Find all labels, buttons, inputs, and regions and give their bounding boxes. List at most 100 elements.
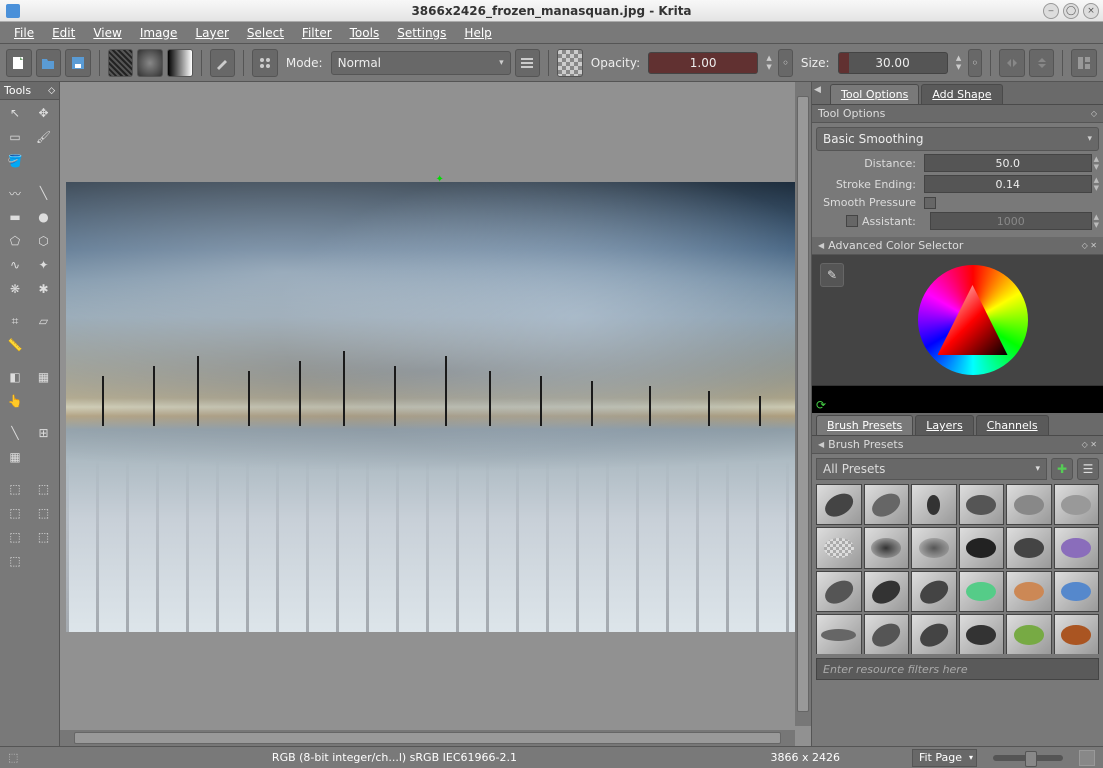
pattern1-button[interactable]: [108, 49, 134, 77]
menu-filter[interactable]: Filter: [294, 24, 340, 42]
alpha-lock-button[interactable]: [557, 49, 583, 77]
brush-preset[interactable]: [959, 527, 1005, 568]
freehand-tool[interactable]: 〰: [2, 182, 28, 204]
text-tool[interactable]: ╲: [2, 422, 28, 444]
horizontal-scrollbar[interactable]: [60, 730, 795, 746]
brush-preset[interactable]: [816, 571, 862, 612]
mirror-axis-icon[interactable]: ✦: [436, 174, 444, 182]
color-selector-header[interactable]: ◀ Advanced Color Selector ◇ ✕: [812, 237, 1103, 255]
assistant-spinner[interactable]: ▲▼: [1094, 213, 1099, 229]
zoom-tool[interactable]: [31, 446, 57, 468]
select-rect-tool[interactable]: ▭: [2, 126, 28, 148]
polyline-tool[interactable]: ⬡: [31, 230, 57, 252]
open-button[interactable]: [36, 49, 62, 77]
select-tool-3[interactable]: ⬚: [2, 502, 28, 524]
dynamic-brush-tool[interactable]: ❋: [2, 278, 28, 300]
crop-tool[interactable]: ⌗: [2, 310, 28, 332]
refresh-icon[interactable]: ⟳: [816, 398, 830, 412]
brush-editor-button[interactable]: [210, 49, 236, 77]
preset-filter-input[interactable]: Enter resource filters here: [816, 658, 1099, 680]
opacity-spinner[interactable]: ▲▼: [764, 54, 774, 72]
brush-preset[interactable]: [911, 527, 957, 568]
size-spinner[interactable]: ▲▼: [954, 54, 964, 72]
measure-tool[interactable]: 📏: [2, 334, 28, 356]
smoothing-dropdown[interactable]: Basic Smoothing: [816, 127, 1099, 151]
menu-settings[interactable]: Settings: [389, 24, 454, 42]
smudge-tool[interactable]: 👆: [2, 390, 28, 412]
fill-tool[interactable]: 🪣: [2, 150, 28, 172]
assistant-checkbox[interactable]: [846, 215, 858, 227]
brush-preset[interactable]: [911, 614, 957, 654]
close-button[interactable]: ×: [1083, 3, 1099, 19]
brush-preset[interactable]: [816, 484, 862, 525]
add-preset-button[interactable]: ✚: [1051, 458, 1073, 480]
color-picker-tool[interactable]: [31, 150, 57, 172]
transform-tool[interactable]: ✥: [31, 102, 57, 124]
tab-tool-options[interactable]: Tool Options: [830, 84, 919, 104]
vertical-scrollbar[interactable]: [795, 82, 811, 726]
tool-options-header[interactable]: Tool Options◇: [812, 105, 1103, 123]
opacity-toggle[interactable]: ◦: [778, 49, 793, 77]
workspace-button[interactable]: [1071, 49, 1097, 77]
brush-preset[interactable]: [1054, 527, 1100, 568]
distance-input[interactable]: 50.0: [924, 154, 1092, 172]
gradient-button[interactable]: [167, 49, 193, 77]
blend-mode-dropdown[interactable]: Normal: [331, 51, 511, 75]
assistant-input[interactable]: 1000: [930, 212, 1092, 230]
brush-presets-header[interactable]: ◀ Brush Presets ◇ ✕: [812, 436, 1103, 454]
preset-chooser-button[interactable]: [252, 49, 278, 77]
stroke-ending-input[interactable]: 0.14: [924, 175, 1092, 193]
zoom-mode-dropdown[interactable]: Fit Page: [912, 749, 977, 767]
save-button[interactable]: [65, 49, 91, 77]
toolbox-header[interactable]: Tools◇: [0, 82, 59, 100]
menu-select[interactable]: Select: [239, 24, 292, 42]
polygon-tool[interactable]: ⬠: [2, 230, 28, 252]
brush-preset[interactable]: [1006, 571, 1052, 612]
maximize-button[interactable]: ◯: [1063, 3, 1079, 19]
brush-preset[interactable]: [864, 527, 910, 568]
minimize-button[interactable]: ‒: [1043, 3, 1059, 19]
menu-help[interactable]: Help: [456, 24, 499, 42]
select-tool-5[interactable]: ⬚: [2, 526, 28, 548]
brush-preset[interactable]: [959, 484, 1005, 525]
brush-preset[interactable]: [959, 614, 1005, 654]
tab-add-shape[interactable]: Add Shape: [921, 84, 1002, 104]
stroke-ending-spinner[interactable]: ▲▼: [1094, 176, 1099, 192]
pattern2-button[interactable]: [137, 49, 163, 77]
brush-preset[interactable]: [1054, 484, 1100, 525]
brush-preset[interactable]: [1054, 614, 1100, 654]
select-tool-4[interactable]: ⬚: [31, 502, 57, 524]
select-tool-2[interactable]: ⬚: [31, 478, 57, 500]
menu-file[interactable]: File: [6, 24, 42, 42]
tab-layers[interactable]: Layers: [915, 415, 973, 435]
tab-brush-presets[interactable]: Brush Presets: [816, 415, 913, 435]
brush-preset[interactable]: [816, 614, 862, 654]
grid-tool[interactable]: ⊞: [31, 422, 57, 444]
brush-preset[interactable]: [959, 571, 1005, 612]
pattern-tool[interactable]: ▦: [31, 366, 57, 388]
smooth-pressure-checkbox[interactable]: [924, 197, 936, 209]
new-doc-button[interactable]: [6, 49, 32, 77]
pan-tool[interactable]: ▦: [2, 446, 28, 468]
zoom-slider[interactable]: [993, 755, 1063, 761]
brush-tool[interactable]: 🖌: [31, 126, 57, 148]
menu-view[interactable]: View: [85, 24, 129, 42]
color-picker-icon[interactable]: ✎: [820, 263, 844, 287]
line-tool[interactable]: ╲: [31, 182, 57, 204]
color-selector[interactable]: ✎: [812, 255, 1103, 385]
color-triangle[interactable]: [938, 285, 1008, 355]
color-wheel[interactable]: [918, 265, 1028, 375]
multibrush-tool[interactable]: ✱: [31, 278, 57, 300]
collapse-icon[interactable]: ◀: [814, 85, 821, 95]
select-tool-1[interactable]: ⬚: [2, 478, 28, 500]
menu-layer[interactable]: Layer: [187, 24, 236, 42]
menu-tools[interactable]: Tools: [342, 24, 388, 42]
mirror-v-button[interactable]: [1029, 49, 1055, 77]
rectangle-tool[interactable]: ▬: [2, 206, 28, 228]
preset-filter-dropdown[interactable]: All Presets: [816, 458, 1047, 480]
brush-preset[interactable]: [864, 571, 910, 612]
select-tool-6[interactable]: ⬚: [31, 526, 57, 548]
brush-preset[interactable]: [1054, 571, 1100, 612]
brush-preset[interactable]: [1006, 527, 1052, 568]
mode-options-button[interactable]: [515, 49, 541, 77]
